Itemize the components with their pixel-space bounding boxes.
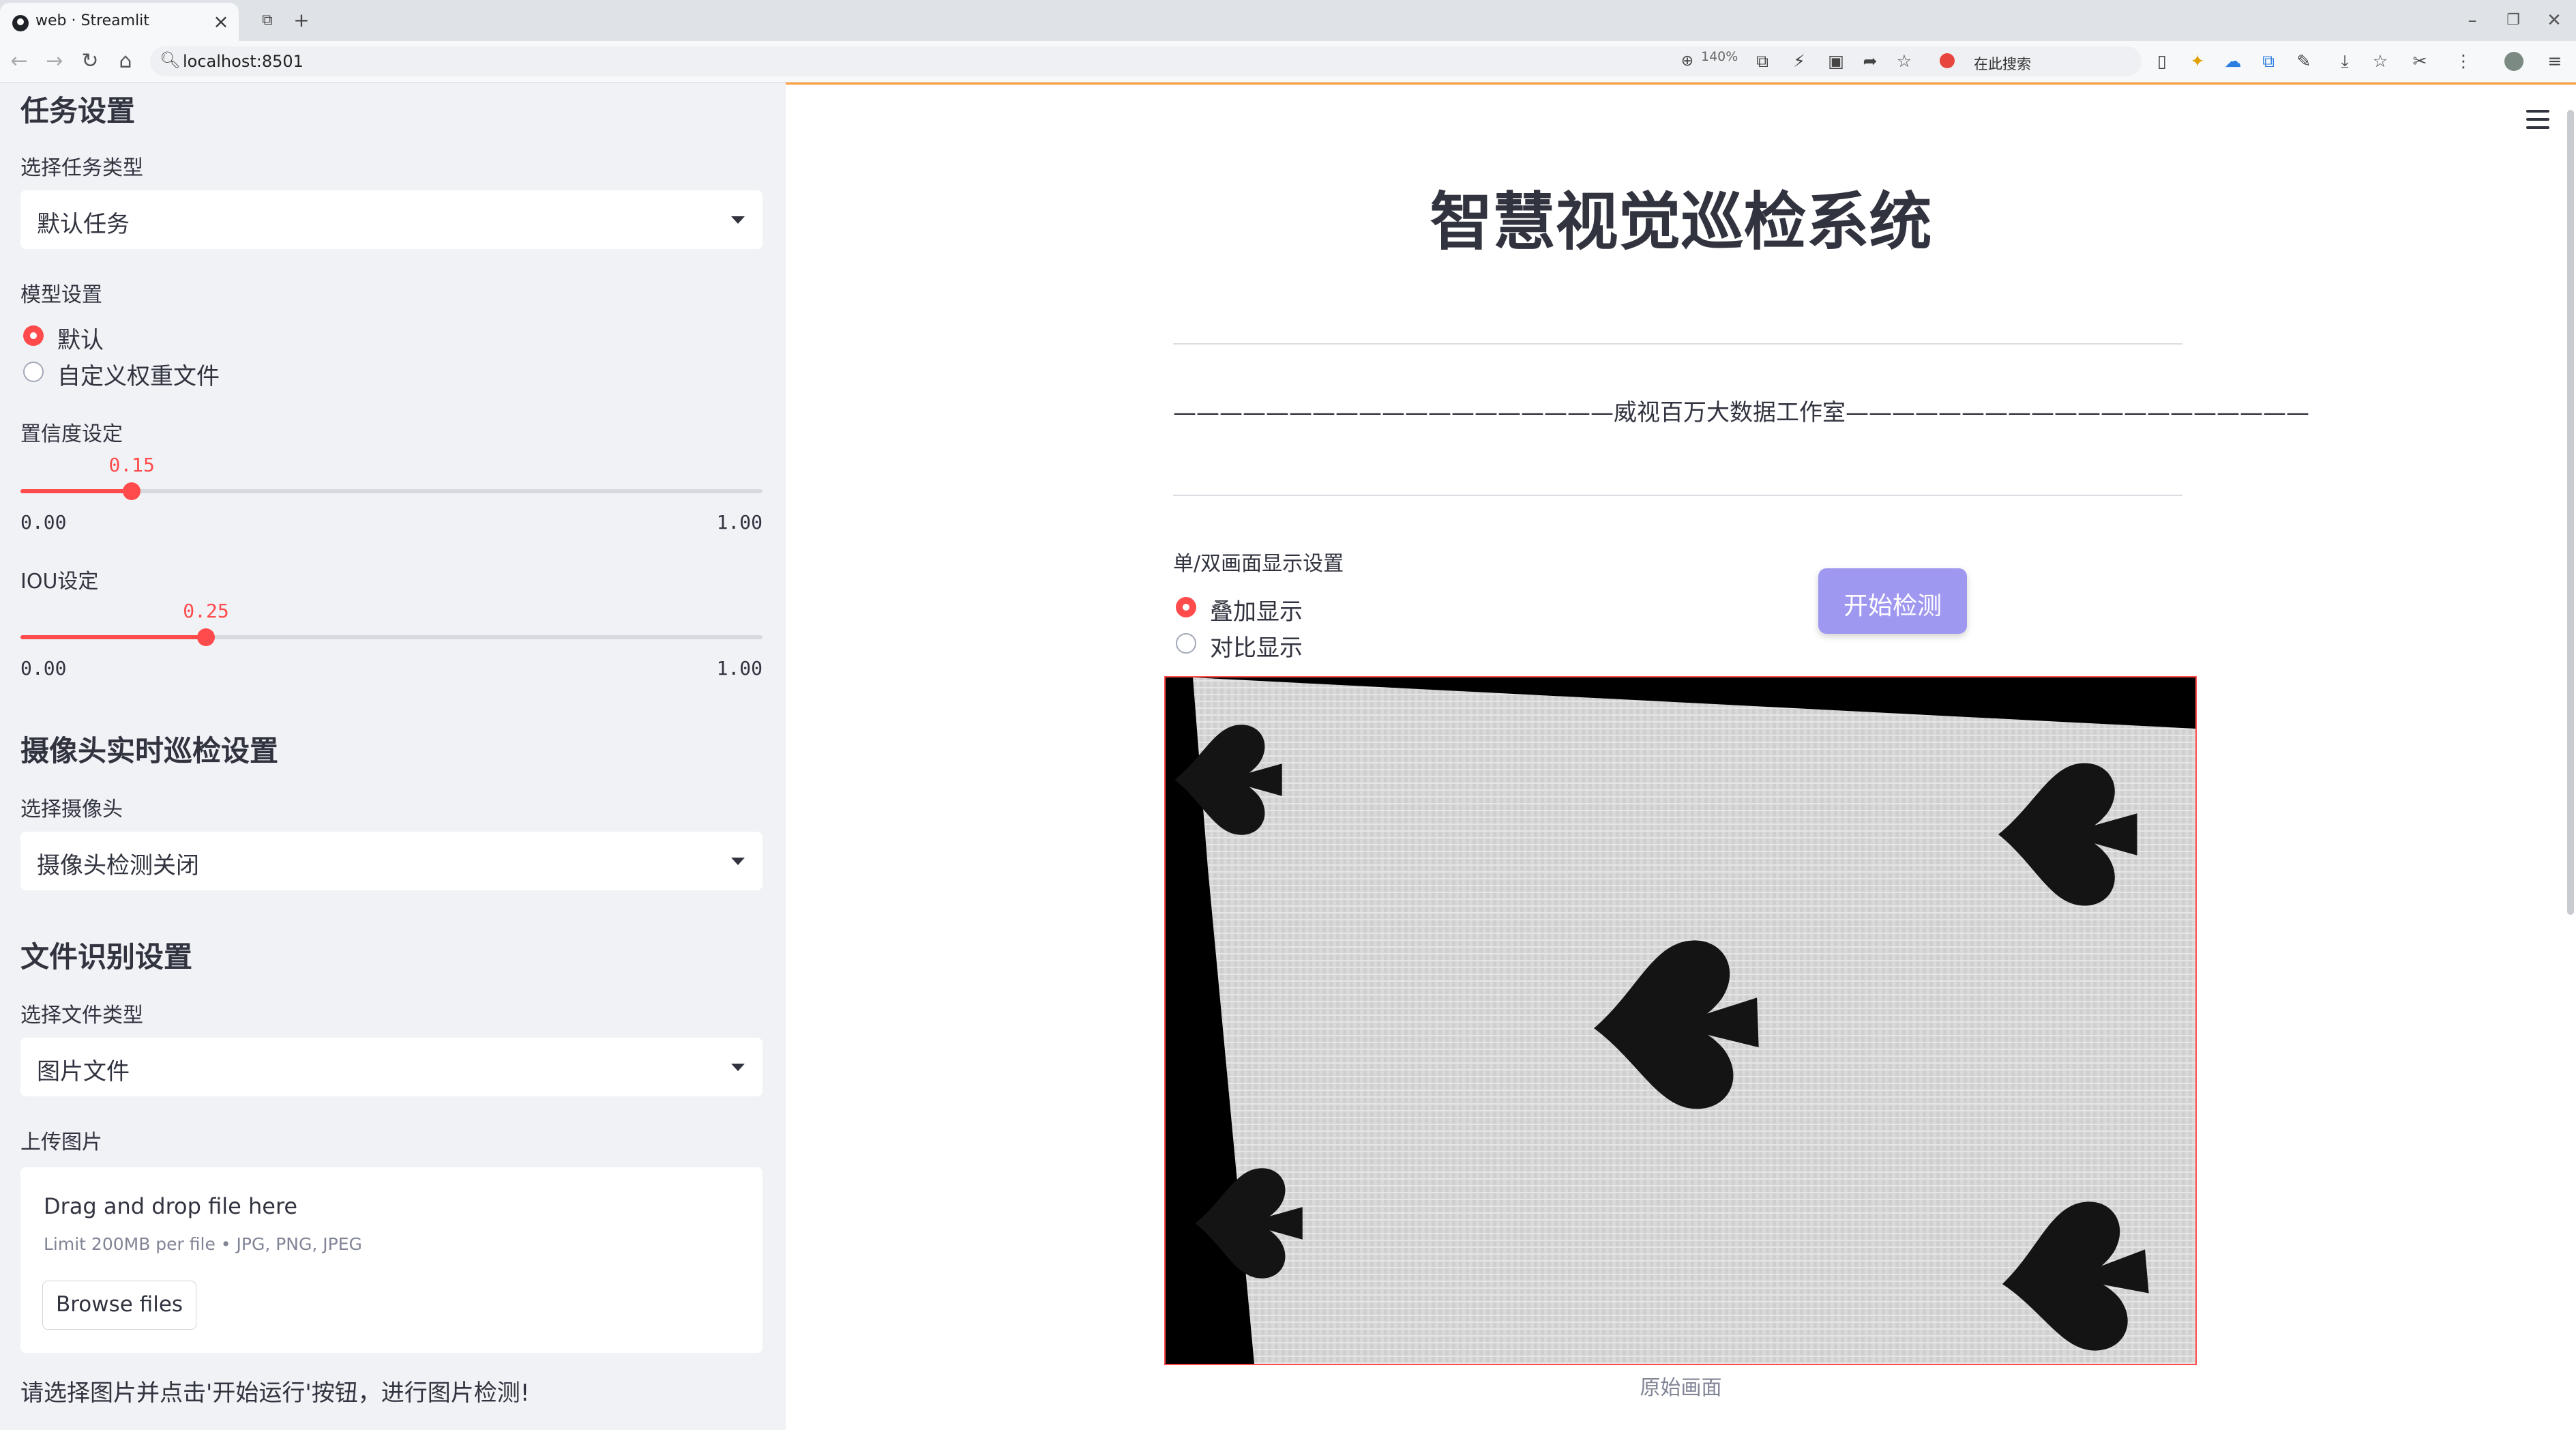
divider [1173, 343, 2182, 345]
tab-groups-icon[interactable]: ⧉ [254, 7, 281, 34]
model-settings-label: 模型设置 [20, 283, 102, 307]
file-type-value: 图片文件 [37, 1058, 130, 1085]
file-settings-heading: 文件识别设置 [20, 940, 193, 974]
top-decoration [786, 83, 2576, 85]
close-window-icon[interactable]: ✕ [2537, 7, 2571, 34]
extension-translate-icon[interactable]: ⧉ [2256, 49, 2281, 74]
instruction-text: 请选择图片并点击'开始运行'按钮，进行图片检测! [20, 1380, 530, 1407]
tab-close-icon[interactable]: × [209, 10, 233, 34]
share-icon[interactable]: ➦ [1858, 49, 1882, 74]
radio-label: 自定义权重文件 [57, 363, 220, 390]
browser-menu-icon[interactable]: ≡ [2543, 49, 2567, 74]
confidence-max: 1.00 [716, 511, 763, 534]
favorites-icon[interactable]: ☆ [2368, 49, 2393, 74]
sidebar: 任务设置 选择任务类型 默认任务 模型设置 默认 自定义权重文件 置信度设定 0… [0, 83, 786, 1430]
forward-icon[interactable]: → [41, 48, 68, 75]
minimize-icon[interactable]: – [2455, 7, 2489, 34]
browser-tab-bar: web · Streamlit × ⧉ + – ❐ ✕ [0, 0, 2576, 41]
download-icon[interactable]: ⤓ [2333, 49, 2357, 74]
radio-selected-icon[interactable] [1176, 597, 1196, 617]
screenshot-icon[interactable]: ✂︎ [2408, 49, 2432, 74]
hamburger-menu-icon[interactable] [2526, 110, 2551, 130]
file-type-label: 选择文件类型 [20, 1004, 143, 1027]
file-uploader-dropzone[interactable]: Drag and drop file here Limit 200MB per … [20, 1167, 763, 1353]
tab-title: web · Streamlit [35, 12, 149, 29]
upload-limit: Limit 200MB per file • JPG, PNG, JPEG [44, 1234, 362, 1254]
camera-select[interactable]: 摄像头检测关闭 [20, 832, 763, 890]
browser-tab[interactable]: web · Streamlit × [0, 3, 239, 41]
chevron-down-icon [731, 1064, 745, 1071]
translate-icon[interactable]: ⧉ [1750, 49, 1775, 74]
extension-cloud-icon[interactable]: ☁︎ [2221, 49, 2245, 74]
lightning-icon[interactable]: ⚡︎ [1787, 49, 1811, 74]
home-icon[interactable]: ⌂ [112, 48, 139, 75]
page-title: 智慧视觉巡检系统 [1430, 186, 1932, 259]
iou-max: 1.00 [716, 657, 763, 680]
profile-avatar[interactable] [2504, 52, 2523, 71]
upload-label: 上传图片 [20, 1130, 102, 1154]
extension-color-icon[interactable]: ✦ [2185, 49, 2210, 74]
task-type-select[interactable]: 默认任务 [20, 190, 763, 249]
zoom-icon[interactable]: ⊕ [1675, 49, 1700, 74]
radio-label: 对比显示 [1210, 634, 1303, 662]
search-engine-box[interactable]: 在此搜索 [1937, 46, 2142, 76]
confidence-slider[interactable] [20, 482, 763, 500]
search-engine-logo-icon [1940, 53, 1955, 68]
iou-value: 0.25 [183, 600, 229, 622]
more-menu-icon[interactable]: ⋮ [2451, 49, 2476, 74]
task-type-value: 默认任务 [37, 211, 130, 238]
streamlit-favicon-icon [12, 15, 29, 31]
slider-fill [20, 489, 132, 493]
address-bar: ← → ↻ ⌂ 🔍︎ localhost:8501 ⊕ 140% ⧉ ⚡︎ ▣ … [0, 41, 2576, 83]
search-placeholder: 在此搜索 [1974, 56, 2031, 72]
camera-select-label: 选择摄像头 [20, 798, 123, 821]
reload-icon[interactable]: ↻ [76, 48, 104, 75]
file-type-select[interactable]: 图片文件 [20, 1038, 763, 1096]
site-info-icon[interactable]: 🔍︎ [160, 50, 180, 70]
restore-icon[interactable]: ❐ [2496, 7, 2530, 34]
display-mode-label: 单/双画面显示设置 [1173, 552, 1344, 576]
image-caption: 原始画面 [1640, 1376, 1722, 1400]
reader-icon[interactable]: ▣ [1824, 49, 1848, 74]
studio-subtitle: ———————————————————威视百万大数据工作室———————————… [1173, 399, 2309, 426]
chevron-down-icon [731, 216, 745, 224]
confidence-value: 0.15 [108, 454, 155, 476]
confidence-label: 置信度设定 [20, 422, 123, 446]
radio-label: 叠加显示 [1210, 598, 1303, 626]
browse-files-label: Browse files [55, 1292, 183, 1317]
camera-select-value: 摄像头检测关闭 [37, 852, 199, 879]
radio-unselected-icon[interactable] [23, 362, 44, 382]
radio-unselected-icon[interactable] [1176, 633, 1196, 654]
camera-settings-heading: 摄像头实时巡检设置 [20, 734, 279, 768]
original-image-view [1164, 676, 2197, 1365]
task-type-label: 选择任务类型 [20, 156, 143, 180]
zoom-level[interactable]: 140% [1701, 49, 1738, 64]
browse-files-button[interactable]: Browse files [42, 1281, 196, 1330]
iou-min: 0.00 [20, 657, 67, 680]
start-detection-button[interactable]: 开始检测 [1818, 568, 1967, 634]
scrollbar[interactable] [2567, 110, 2574, 915]
slider-thumb[interactable] [123, 482, 141, 500]
confidence-min: 0.00 [20, 511, 67, 534]
playing-card-image [1166, 677, 2195, 1364]
slider-thumb[interactable] [197, 628, 215, 646]
radio-label: 默认 [57, 327, 104, 354]
back-icon[interactable]: ← [5, 48, 33, 75]
main-content: 智慧视觉巡检系统 ———————————————————威视百万大数据工作室——… [786, 83, 2576, 1430]
iou-slider[interactable] [20, 628, 763, 646]
bookmark-star-icon[interactable]: ☆ [1892, 49, 1916, 74]
slider-fill [20, 635, 206, 639]
chevron-down-icon [731, 858, 745, 865]
extension-pen-icon[interactable]: ✎ [2292, 49, 2316, 74]
divider [1173, 495, 2182, 496]
task-settings-heading: 任务设置 [20, 94, 136, 128]
radio-selected-icon[interactable] [23, 325, 44, 346]
upload-title: Drag and drop file here [44, 1193, 298, 1219]
url-text: localhost:8501 [183, 52, 304, 71]
start-detection-label: 开始检测 [1843, 592, 1942, 620]
new-tab-button[interactable]: + [288, 7, 315, 34]
phone-icon[interactable]: ▯ [2150, 49, 2174, 74]
iou-label: IOU设定 [20, 570, 99, 594]
